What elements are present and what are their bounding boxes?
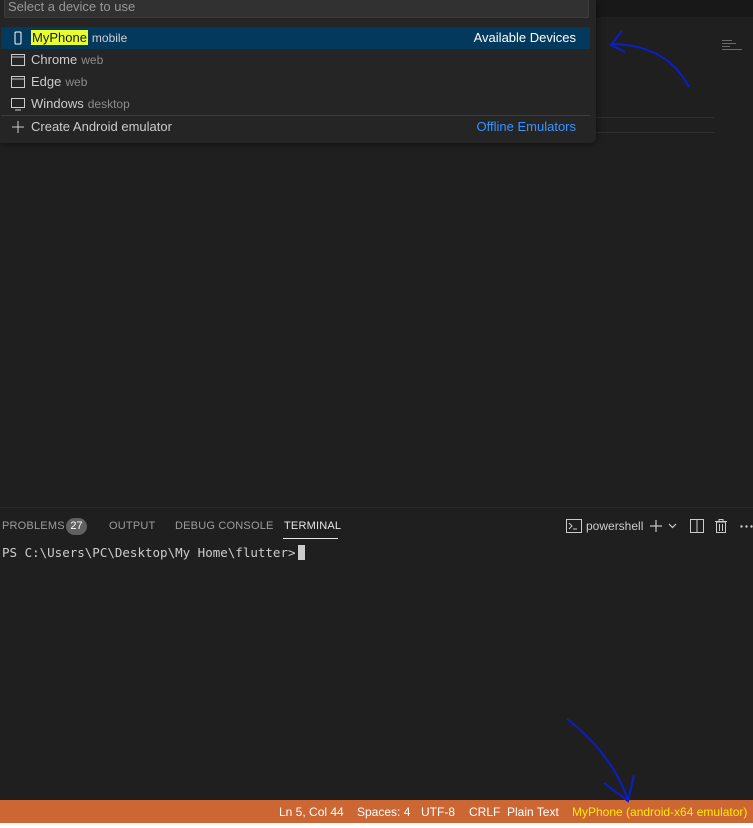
editor-divider <box>596 117 714 118</box>
terminal-cursor <box>297 545 305 560</box>
device-item-label: Chrome web <box>31 52 104 67</box>
device-search-input[interactable]: Select a device to use <box>4 0 589 18</box>
create-emulator-item[interactable]: Create Android emulator Offline Emulator… <box>1 116 590 138</box>
group-label-available: Available Devices <box>473 30 576 45</box>
terminal-name[interactable]: powershell <box>586 519 643 533</box>
device-item-label: Create Android emulator <box>31 119 172 134</box>
trash-icon[interactable] <box>715 519 727 533</box>
device-item-label: MyPhone mobile <box>31 30 128 45</box>
status-indentation[interactable]: Spaces: 4 <box>357 805 410 819</box>
active-tab-indicator <box>283 538 338 539</box>
tab-terminal[interactable]: TERMINAL <box>284 520 341 532</box>
phone-icon <box>14 31 22 45</box>
problems-count-badge: 27 <box>66 518 87 535</box>
device-item-edge[interactable]: Edge web <box>1 71 590 93</box>
device-item-label: Edge web <box>31 74 88 89</box>
editor-divider <box>596 132 714 133</box>
device-item-windows[interactable]: Windows desktop <box>1 93 590 115</box>
window-icon <box>11 54 25 66</box>
window-icon <box>11 76 25 88</box>
tab-problems[interactable]: PROBLEMS <box>2 520 65 532</box>
more-actions-icon[interactable] <box>740 525 753 528</box>
device-item-label: Windows desktop <box>31 96 130 111</box>
terminal-icon <box>566 519 582 533</box>
terminal-prompt[interactable]: PS C:\Users\PC\Desktop\My Home\flutter> <box>2 545 305 560</box>
tab-output[interactable]: OUTPUT <box>109 520 155 532</box>
bottom-strip <box>0 823 753 828</box>
status-encoding[interactable]: UTF-8 <box>421 805 455 819</box>
new-terminal-icon[interactable] <box>649 519 663 533</box>
plus-icon <box>12 121 24 133</box>
bottom-panel: PROBLEMS 27 OUTPUT DEBUG CONSOLE TERMINA… <box>0 507 753 801</box>
status-eol[interactable]: CRLF <box>469 805 500 819</box>
status-device[interactable]: MyPhone (android-x64 emulator) <box>572 805 747 819</box>
status-bar: Ln 5, Col 44 Spaces: 4 UTF-8 CRLF Plain … <box>0 800 753 823</box>
tab-debug-console[interactable]: DEBUG CONSOLE <box>175 520 274 532</box>
status-cursor-position[interactable]: Ln 5, Col 44 <box>279 805 344 819</box>
split-terminal-icon[interactable] <box>690 519 704 533</box>
device-item-myphone[interactable]: MyPhone mobile Available Devices <box>1 27 590 49</box>
minimap[interactable] <box>722 40 742 52</box>
chevron-down-icon[interactable] <box>668 523 677 529</box>
device-quick-pick: Select a device to use MyPhone mobile Ava… <box>0 0 596 143</box>
status-language[interactable]: Plain Text <box>507 805 559 819</box>
device-item-chrome[interactable]: Chrome web <box>1 49 590 71</box>
group-label-offline: Offline Emulators <box>476 119 576 134</box>
monitor-icon <box>11 98 25 111</box>
